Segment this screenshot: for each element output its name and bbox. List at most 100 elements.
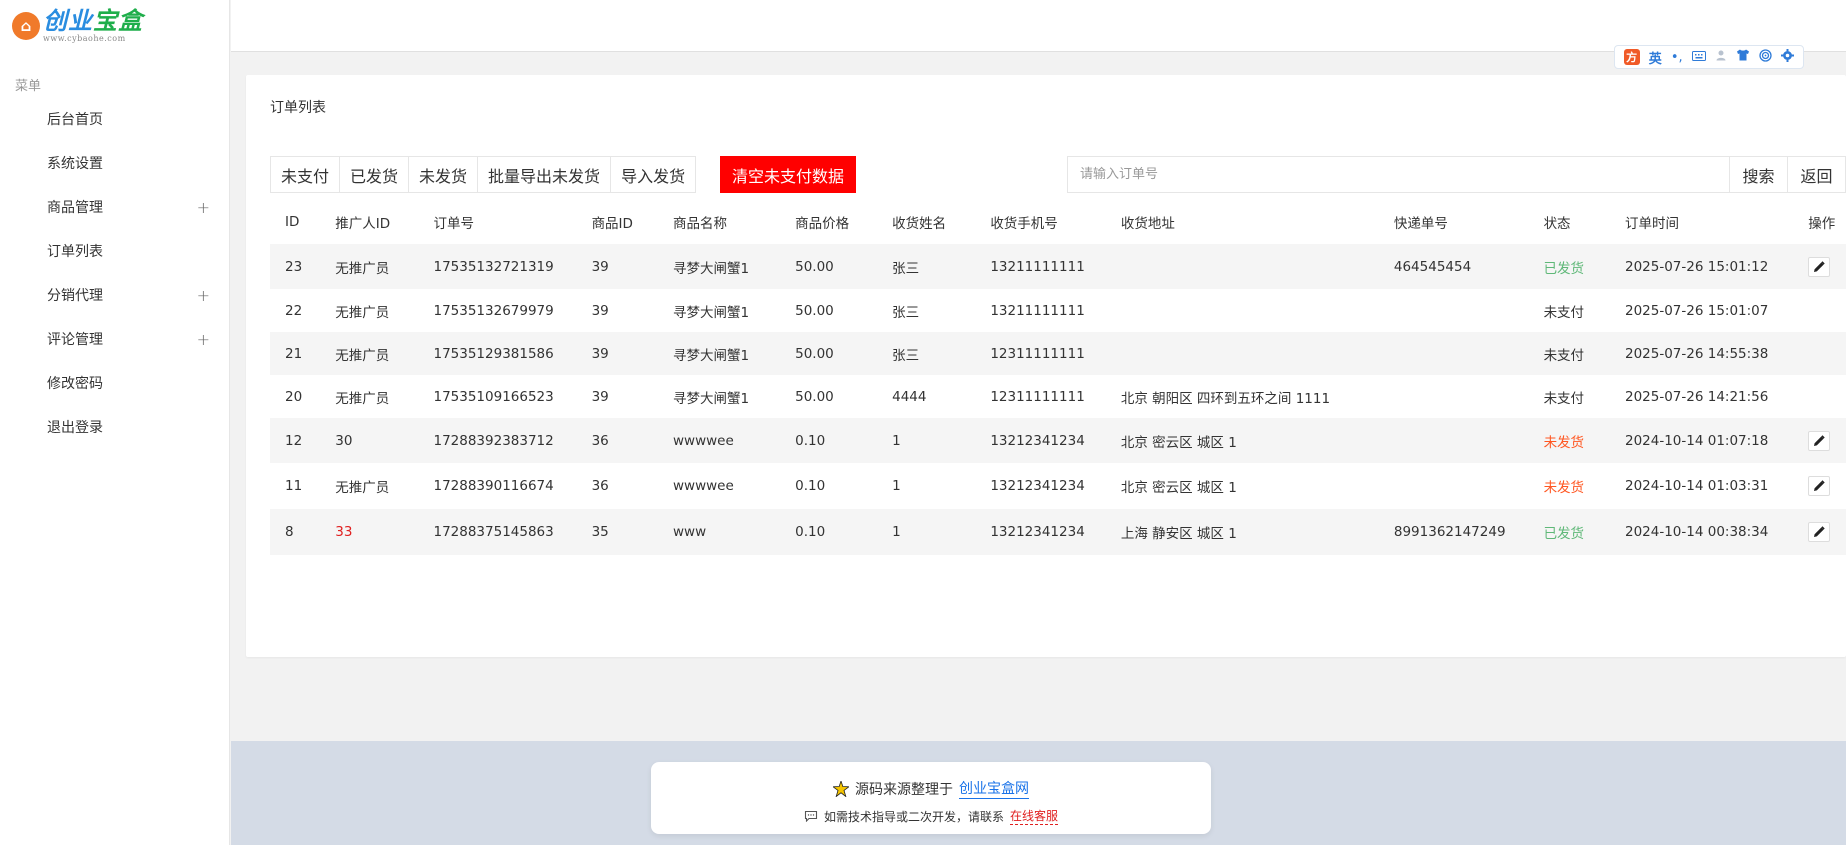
cell-name: 张三 — [892, 347, 920, 364]
sidebar-item-label: 商品管理 — [47, 200, 103, 216]
sidebar: ⌂ 创业宝盒 www.cybaohe.com 菜单 后台首页 系统设置 商品管理 + 订… — [0, 0, 230, 845]
sidebar-item[interactable]: 退出登录 — [0, 405, 230, 449]
cell-tracking: 8991362147249 — [1393, 524, 1506, 540]
column-header: 订单时间 — [1624, 216, 1679, 232]
cell-price: 50.00 — [795, 345, 834, 362]
cell-time: 2024-10-14 01:07:18 — [1624, 432, 1769, 449]
sidebar-item[interactable]: 订单列表 — [0, 229, 230, 273]
sidebar-item[interactable]: 系统设置 — [0, 141, 230, 185]
search-button[interactable]: 搜索 — [1729, 157, 1787, 192]
cell-product-id: 39 — [591, 302, 609, 319]
cell-name: 1 — [892, 432, 901, 449]
edit-pencil-icon[interactable] — [1808, 476, 1831, 496]
cell-actions — [1793, 332, 1846, 375]
cell-order-no: 17288392383712 — [433, 432, 554, 449]
cell-phone: 13212341234 — [990, 478, 1085, 494]
cell-price: 0.10 — [795, 478, 826, 494]
search-bar: 搜索 返回 — [1067, 156, 1846, 193]
sidebar-item[interactable]: 评论管理 + — [0, 317, 230, 361]
cell-tracking — [1379, 332, 1529, 375]
filter-unshipped-button[interactable]: 未发货 — [409, 157, 479, 192]
keyboard-icon[interactable] — [1691, 50, 1706, 65]
settings-gear-icon[interactable] — [1781, 48, 1795, 66]
cell-tracking: 464545454 — [1393, 258, 1472, 275]
topbar — [231, 0, 1846, 52]
ime-logo-icon[interactable]: 方 — [1623, 49, 1640, 65]
cell-time: 2025-07-26 14:55:38 — [1624, 345, 1769, 362]
cell-name: 1 — [892, 478, 901, 494]
sidebar-item-label: 分销代理 — [47, 288, 103, 304]
cell-name: 张三 — [892, 304, 920, 321]
edit-pencil-icon[interactable] — [1808, 430, 1831, 451]
import-shipping-button[interactable]: 导入发货 — [611, 157, 696, 192]
column-header: ID — [285, 214, 300, 230]
sidebar-item[interactable]: 后台首页 — [0, 97, 230, 141]
expand-plus-icon[interactable]: + — [197, 198, 210, 217]
filter-shipped-button[interactable]: 已发货 — [340, 157, 410, 192]
cell-promoter: 无推广员 — [335, 260, 390, 277]
edit-pencil-icon[interactable] — [1808, 256, 1831, 277]
spiral-icon[interactable] — [1759, 48, 1772, 66]
sidebar-item[interactable]: 商品管理 + — [0, 185, 230, 229]
ime-toolbar[interactable]: 方 英 •, — [1614, 45, 1804, 69]
page-title: 订单列表 — [270, 100, 326, 116]
cybaohe-link[interactable]: 创业宝盒网 — [959, 778, 1029, 799]
cell-status: 未发货 — [1543, 480, 1585, 496]
ime-lang-toggle[interactable]: 英 — [1649, 48, 1662, 67]
user-icon[interactable] — [1715, 49, 1727, 65]
edit-pencil-icon[interactable] — [1808, 522, 1831, 542]
column-header: 收货地址 — [1120, 216, 1175, 232]
cell-promoter: 33 — [335, 524, 353, 540]
cell-time: 2024-10-14 00:38:34 — [1624, 524, 1769, 540]
filter-unpaid-button[interactable]: 未支付 — [271, 157, 341, 192]
cell-product-name: 寻梦大闸蟹1 — [672, 347, 750, 364]
cell-product-id: 39 — [591, 345, 609, 362]
cell-address — [1106, 289, 1379, 332]
sidebar-item[interactable]: 分销代理 + — [0, 273, 230, 317]
table-row: 8 33 17288375145863 35 www 0.10 1 13212341234 上海… — [270, 509, 1846, 555]
sidebar-item[interactable]: 修改密码 — [0, 361, 230, 405]
cell-tracking — [1379, 418, 1529, 463]
logo-text-2: 宝盒 — [93, 7, 143, 35]
cell-promoter: 无推广员 — [335, 480, 390, 496]
cell-actions — [1793, 463, 1846, 509]
cell-id: 8 — [285, 524, 294, 540]
cell-status: 未发货 — [1543, 434, 1585, 451]
cell-address — [1106, 332, 1379, 375]
expand-plus-icon[interactable]: + — [197, 286, 210, 305]
cell-status: 已发货 — [1543, 526, 1585, 542]
sidebar-item-label: 订单列表 — [47, 244, 103, 260]
cell-id: 23 — [285, 258, 303, 275]
cell-price: 0.10 — [795, 524, 826, 540]
back-button[interactable]: 返回 — [1787, 157, 1845, 192]
order-list-card: 订单列表 未支付 已发货 未发货 批量导出未发货 导入发货 清空未支付数据 搜索… — [246, 75, 1846, 657]
cell-address: 上海 静安区 城区 1 — [1120, 526, 1237, 542]
ime-punct-toggle[interactable]: •, — [1671, 50, 1683, 65]
cell-product-name: wwwwee — [672, 432, 734, 449]
cell-product-id: 39 — [591, 258, 609, 275]
cell-order-no: 17288390116674 — [433, 478, 554, 494]
cell-order-no: 17535109166523 — [433, 388, 554, 405]
cell-time: 2025-07-26 15:01:12 — [1624, 258, 1769, 275]
cell-name: 张三 — [892, 260, 920, 277]
expand-plus-icon[interactable]: + — [197, 330, 210, 349]
logo-text-1: 创业 — [43, 7, 93, 35]
cell-name: 1 — [892, 524, 901, 540]
column-header: 商品价格 — [795, 216, 850, 232]
cell-phone: 13211111111 — [990, 258, 1085, 275]
chat-bubble-icon — [804, 810, 818, 822]
skin-icon[interactable] — [1736, 49, 1750, 65]
clear-unpaid-button[interactable]: 清空未支付数据 — [720, 156, 857, 193]
cell-product-id: 36 — [591, 478, 609, 494]
cell-status: 未支付 — [1543, 304, 1585, 321]
cell-status: 已发货 — [1543, 260, 1585, 277]
online-support-link[interactable]: 在线客服 — [1010, 807, 1059, 825]
cell-address: 北京 密云区 城区 1 — [1120, 480, 1237, 496]
logo[interactable]: ⌂ 创业宝盒 www.cybaohe.com — [12, 8, 143, 44]
order-search-input[interactable] — [1068, 157, 1729, 192]
cell-phone: 13212341234 — [990, 432, 1085, 449]
house-icon: ⌂ — [12, 12, 40, 40]
cell-phone: 13212341234 — [990, 524, 1085, 540]
sidebar-item-label: 系统设置 — [47, 156, 103, 172]
export-unshipped-button[interactable]: 批量导出未发货 — [478, 157, 612, 192]
